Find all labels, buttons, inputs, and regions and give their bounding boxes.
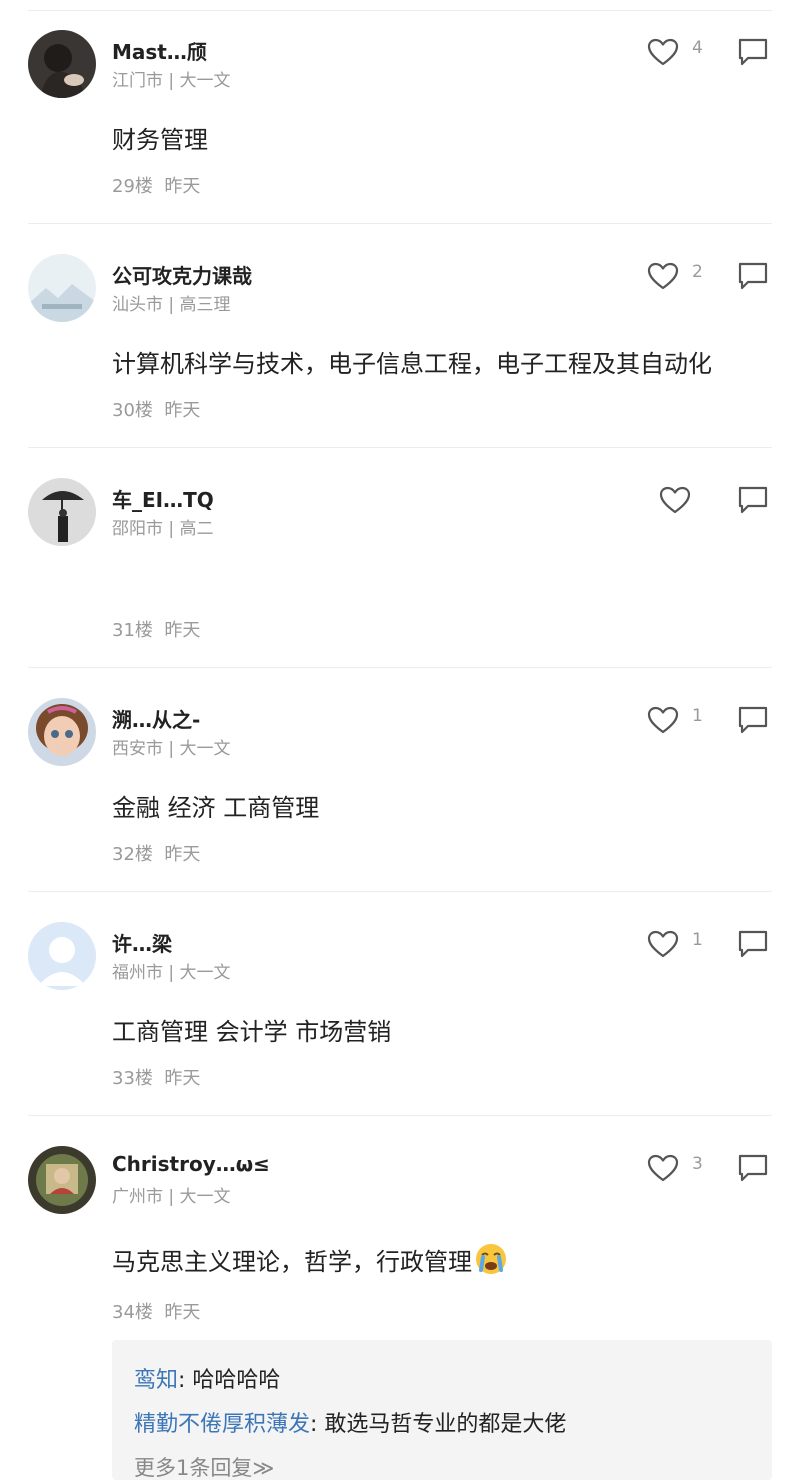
like-count: 4: [692, 38, 703, 58]
avatar[interactable]: [28, 478, 96, 546]
replies-box: 鸾知: 哈哈哈哈 精勤不倦厚积薄发: 敢选马哲专业的都是大佬 更多1条回复≫: [112, 1340, 772, 1480]
floor-number: 32楼: [112, 844, 153, 865]
reply-username[interactable]: 鸾知: [134, 1368, 178, 1393]
like-heart-icon[interactable]: [646, 929, 680, 959]
floor-and-time: 33楼 昨天: [112, 1064, 200, 1090]
avatar-image: [28, 254, 96, 322]
username[interactable]: 溯…从之-: [112, 704, 200, 733]
like-heart-icon[interactable]: [658, 485, 692, 515]
floor-number: 33楼: [112, 1068, 153, 1089]
floor-number: 29楼: [112, 176, 153, 197]
user-location-grade: 江门市 | 大一文: [112, 71, 231, 91]
reply-text: : 哈哈哈哈: [178, 1368, 281, 1393]
reply-bubble-icon[interactable]: [736, 485, 770, 515]
avatar[interactable]: [28, 30, 96, 98]
avatar[interactable]: [28, 1146, 96, 1214]
avatar[interactable]: [28, 254, 96, 322]
reply-bubble-icon[interactable]: [736, 705, 770, 735]
like-heart-icon[interactable]: [646, 261, 680, 291]
like-heart-icon[interactable]: [646, 705, 680, 735]
reply-bubble-icon[interactable]: [736, 37, 770, 67]
like-count: 1: [692, 930, 703, 950]
floor-and-time: 31楼 昨天: [112, 616, 200, 642]
user-location-grade: 福州市 | 大一文: [112, 963, 231, 983]
comment-content: 计算机科学与技术，电子信息工程，电子工程及其自动化: [112, 350, 712, 378]
post-time: 昨天: [164, 1302, 201, 1323]
post-time: 昨天: [164, 620, 201, 641]
comment-content: 工商管理 会计学 市场营销: [112, 1018, 392, 1046]
user-location-grade: 汕头市 | 高三理: [112, 295, 231, 315]
floor-and-time: 29楼 昨天: [112, 172, 200, 198]
username[interactable]: Christroy…ω≤: [112, 1152, 270, 1176]
floor-and-time: 30楼 昨天: [112, 396, 200, 422]
like-count: 2: [692, 262, 703, 282]
reply-text: : 敢选马哲专业的都是大佬: [310, 1412, 567, 1437]
like-count: 3: [692, 1154, 703, 1174]
post-time: 昨天: [164, 176, 201, 197]
comment-32: 溯…从之- 西安市 | 大一文 1 金融 经济 工商管理 32楼 昨天: [0, 668, 800, 892]
reply-bubble-icon[interactable]: [736, 929, 770, 959]
comment-31: 车_EI…TQ 邵阳市 | 高二 31楼 昨天: [0, 448, 800, 668]
avatar-image: [28, 478, 96, 546]
like-heart-icon[interactable]: [646, 37, 680, 67]
reply-bubble-icon[interactable]: [736, 1153, 770, 1183]
user-location-grade: 广州市 | 大一文: [112, 1187, 231, 1207]
comment-content: 财务管理: [112, 126, 208, 154]
more-replies-link[interactable]: 更多1条回复≫: [134, 1452, 274, 1482]
post-time: 昨天: [164, 400, 201, 421]
comment-29: Mast…颀 江门市 | 大一文 4 财务管理 29楼 昨天: [0, 0, 800, 224]
post-time: 昨天: [164, 844, 201, 865]
comment-text: 马克思主义理论，哲学，行政管理: [112, 1248, 472, 1276]
reply-item: 鸾知: 哈哈哈哈: [134, 1362, 280, 1394]
username[interactable]: 许…梁: [112, 928, 172, 957]
comment-30: 公可攻克力课哉 汕头市 | 高三理 2 计算机科学与技术，电子信息工程，电子工程…: [0, 224, 800, 448]
reply-username[interactable]: 精勤不倦厚积薄发: [134, 1412, 310, 1437]
floor-number: 34楼: [112, 1302, 153, 1323]
like-heart-icon[interactable]: [646, 1153, 680, 1183]
username[interactable]: 车_EI…TQ: [112, 484, 214, 513]
comment-content: 马克思主义理论，哲学，行政管理: [112, 1242, 508, 1277]
post-time: 昨天: [164, 1068, 201, 1089]
floor-and-time: 34楼 昨天: [112, 1298, 200, 1324]
floor-and-time: 32楼 昨天: [112, 840, 200, 866]
floor-number: 31楼: [112, 620, 153, 641]
avatar-image: [28, 30, 96, 98]
default-avatar-icon: [28, 922, 96, 990]
reply-item: 精勤不倦厚积薄发: 敢选马哲专业的都是大佬: [134, 1406, 566, 1438]
avatar-image: [28, 1146, 96, 1214]
username[interactable]: Mast…颀: [112, 36, 207, 65]
like-count: 1: [692, 706, 703, 726]
avatar[interactable]: [28, 698, 96, 766]
avatar[interactable]: [28, 922, 96, 990]
avatar-image: [28, 698, 96, 766]
user-location-grade: 邵阳市 | 高二: [112, 519, 214, 539]
comment-33: 许…梁 福州市 | 大一文 1 工商管理 会计学 市场营销 33楼 昨天: [0, 892, 800, 1116]
username[interactable]: 公可攻克力课哉: [112, 260, 252, 289]
floor-number: 30楼: [112, 400, 153, 421]
crying-face-emoji-icon: [474, 1242, 508, 1276]
user-location-grade: 西安市 | 大一文: [112, 739, 231, 759]
reply-bubble-icon[interactable]: [736, 261, 770, 291]
comment-content: 金融 经济 工商管理: [112, 794, 320, 822]
